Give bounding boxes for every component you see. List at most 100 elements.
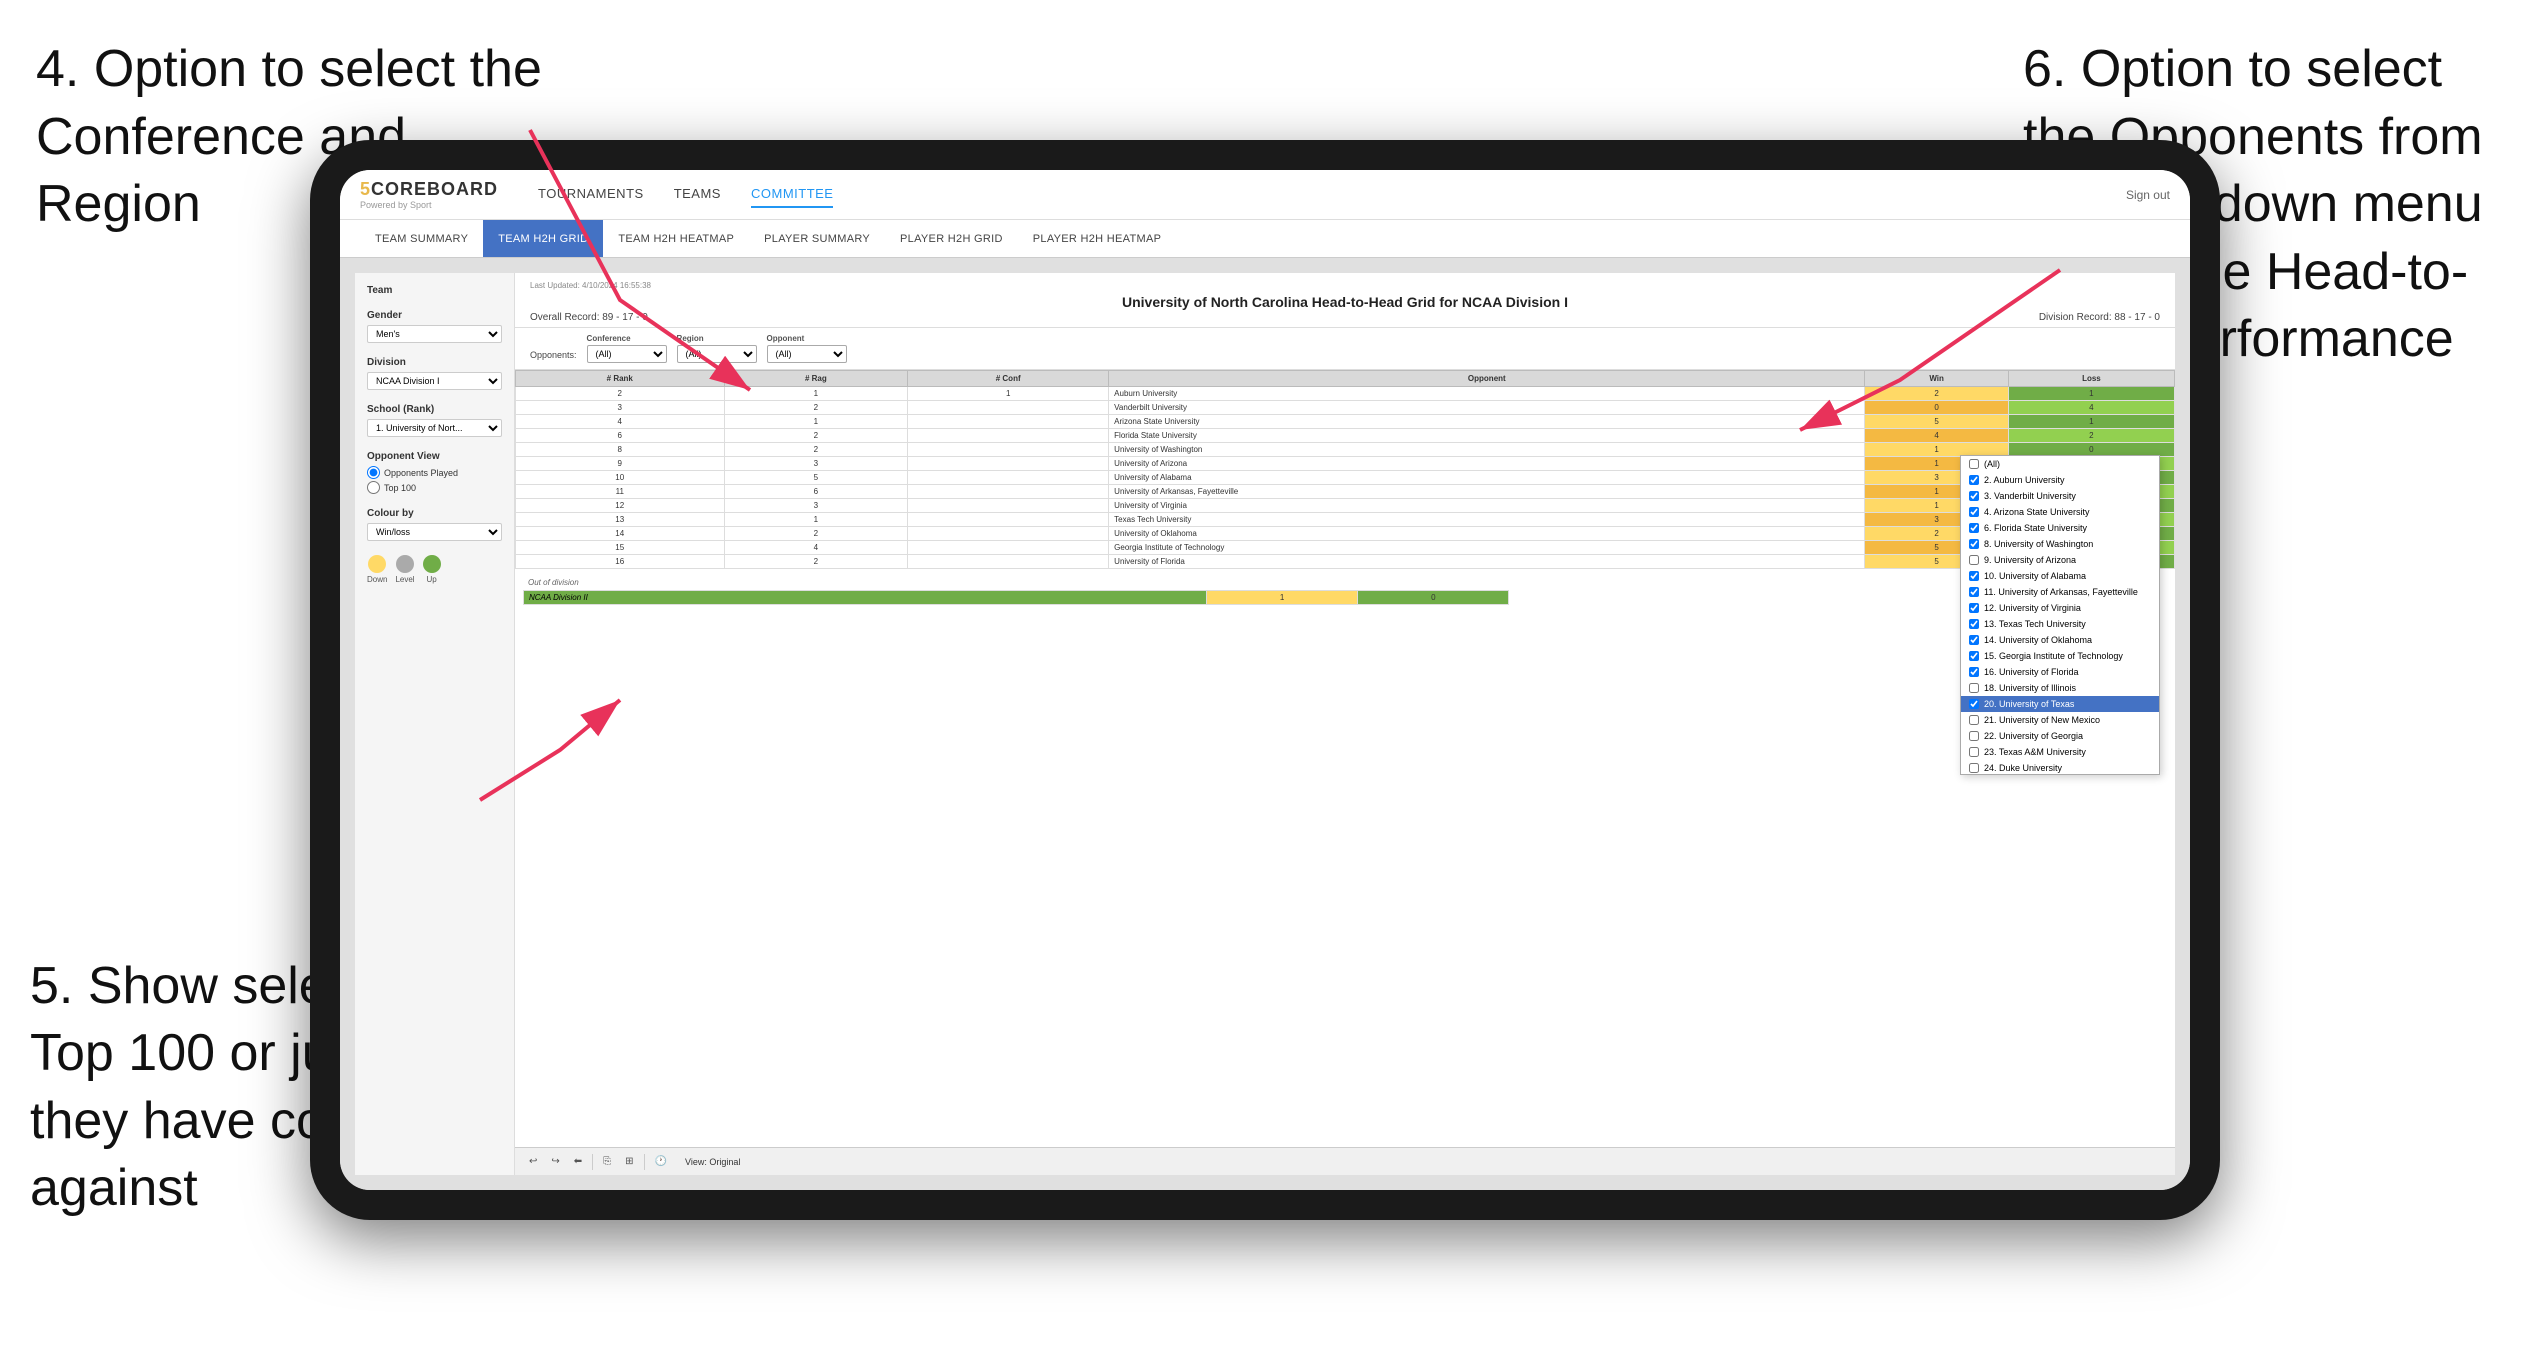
dropdown-item[interactable]: 10. University of Alabama (1961, 568, 2159, 584)
tab-player-h2h-grid[interactable]: PLAYER H2H GRID (885, 220, 1018, 257)
toolbar-paste[interactable]: ⊞ (621, 1154, 637, 1169)
dropdown-item[interactable]: 21. University of New Mexico (1961, 712, 2159, 728)
cell-team: University of Oklahoma (1109, 527, 1865, 541)
conference-filter-label: Conference (587, 334, 667, 343)
gender-label: Gender (367, 310, 502, 321)
nav-tournaments[interactable]: TOURNAMENTS (538, 181, 644, 208)
grid-header: Last Updated: 4/10/2024 16:55:38 Univers… (515, 273, 2175, 328)
cell-rank: 13 (516, 513, 725, 527)
cell-conf (908, 415, 1109, 429)
toolbar-undo[interactable]: ↩ (525, 1154, 541, 1169)
dropdown-item[interactable]: 2. Auburn University (1961, 472, 2159, 488)
cell-rag: 1 (724, 513, 908, 527)
main-content: Team Gender Men's Division NCAA Division… (340, 258, 2190, 1190)
toolbar-back[interactable]: ⬅ (570, 1154, 586, 1169)
cell-rag: 2 (724, 527, 908, 541)
dropdown-item[interactable]: 9. University of Arizona (1961, 552, 2159, 568)
cell-rank: 16 (516, 555, 725, 569)
colour-by-select[interactable]: Win/loss (367, 523, 502, 541)
dropdown-item[interactable]: 22. University of Georgia (1961, 728, 2159, 744)
cell-team: Texas Tech University (1109, 513, 1865, 527)
cell-rag: 5 (724, 471, 908, 485)
legend-down: Down (367, 555, 387, 584)
toolbar-copy[interactable]: ⎘ (599, 1154, 615, 1169)
tab-team-h2h-grid[interactable]: TEAM H2H GRID (483, 220, 603, 257)
cell-rag: 3 (724, 499, 908, 513)
dropdown-item[interactable]: 24. Duke University (1961, 760, 2159, 775)
tab-team-h2h-heatmap[interactable]: TEAM H2H HEATMAP (603, 220, 749, 257)
dropdown-item[interactable]: 18. University of Illinois (1961, 680, 2159, 696)
toolbar-sep-1 (592, 1154, 593, 1170)
dropdown-item[interactable]: 15. Georgia Institute of Technology (1961, 648, 2159, 664)
tab-team-summary[interactable]: TEAM SUMMARY (360, 220, 483, 257)
table-row: 4 1 Arizona State University 5 1 (516, 415, 2175, 429)
legend-level-color (396, 555, 414, 573)
team-label: Team (367, 285, 502, 296)
school-section: School (Rank) 1. University of Nort... (367, 404, 502, 437)
opponent-select[interactable]: (All) (767, 345, 847, 363)
logo: 5COREBOARD Powered by Sport (360, 179, 528, 210)
division-label: Division (367, 357, 502, 368)
dropdown-item[interactable]: 6. Florida State University (1961, 520, 2159, 536)
gender-select[interactable]: Men's (367, 325, 502, 343)
toolbar-redo[interactable]: ↪ (547, 1154, 563, 1169)
cell-team: University of Arizona (1109, 457, 1865, 471)
toolbar-clock[interactable]: 🕐 (651, 1154, 671, 1169)
cell-rank: 3 (516, 401, 725, 415)
cell-rank: 8 (516, 443, 725, 457)
dropdown-item[interactable]: 14. University of Oklahoma (1961, 632, 2159, 648)
division-select[interactable]: NCAA Division I (367, 372, 502, 390)
table-row: 12 3 University of Virginia 1 3 (516, 499, 2175, 513)
table-row: 15 4 Georgia Institute of Technology 5 0 (516, 541, 2175, 555)
nav-teams[interactable]: TEAMS (674, 181, 721, 208)
table-row: 2 1 1 Auburn University 2 1 (516, 387, 2175, 401)
school-label: School (Rank) (367, 404, 502, 415)
tab-player-h2h-heatmap[interactable]: PLAYER H2H HEATMAP (1018, 220, 1176, 257)
dropdown-item[interactable]: 4. Arizona State University (1961, 504, 2159, 520)
dropdown-item[interactable]: (All) (1961, 456, 2159, 472)
dropdown-item[interactable]: 11. University of Arkansas, Fayetteville (1961, 584, 2159, 600)
radio-opponents-played[interactable]: Opponents Played (367, 466, 502, 479)
table-row: 13 1 Texas Tech University 3 0 (516, 513, 2175, 527)
cell-conf (908, 457, 1109, 471)
school-select[interactable]: 1. University of Nort... (367, 419, 502, 437)
cell-loss: 1 (2008, 387, 2174, 401)
region-select[interactable]: (All) (677, 345, 757, 363)
dropdown-item[interactable]: 16. University of Florida (1961, 664, 2159, 680)
nav-committee[interactable]: COMMITTEE (751, 181, 834, 208)
dropdown-item[interactable]: 8. University of Washington (1961, 536, 2159, 552)
cell-rag: 2 (724, 401, 908, 415)
dropdown-item[interactable]: 20. University of Texas (1961, 696, 2159, 712)
sign-out-link[interactable]: Sign out (2126, 188, 2170, 202)
dropdown-item[interactable]: 23. Texas A&M University (1961, 744, 2159, 760)
cell-rank: 2 (516, 387, 725, 401)
cell-loss: 4 (2008, 401, 2174, 415)
cell-rag: 2 (724, 443, 908, 457)
cell-loss: 1 (2008, 415, 2174, 429)
colour-by-section: Colour by Win/loss (367, 508, 502, 541)
cell-team: Auburn University (1109, 387, 1865, 401)
cell-team: Arizona State University (1109, 415, 1865, 429)
dropdown-item[interactable]: 12. University of Virginia (1961, 600, 2159, 616)
table-row: 16 2 University of Florida 5 1 (516, 555, 2175, 569)
cell-win: 2 (1865, 387, 2008, 401)
conference-filter: Conference (All) (587, 334, 667, 363)
cell-conf (908, 429, 1109, 443)
division-section: Division NCAA Division I (367, 357, 502, 390)
out-div-loss: 0 (1358, 591, 1509, 605)
tablet-screen: 5COREBOARD Powered by Sport TOURNAMENTS … (340, 170, 2190, 1190)
tab-player-summary[interactable]: PLAYER SUMMARY (749, 220, 885, 257)
dropdown-item[interactable]: 13. Texas Tech University (1961, 616, 2159, 632)
data-table-container: # Rank # Rag # Conf Opponent Win Loss (515, 370, 2175, 1147)
conference-select[interactable]: (All) (587, 345, 667, 363)
radio-top-100[interactable]: Top 100 (367, 481, 502, 494)
cell-rank: 4 (516, 415, 725, 429)
cell-rank: 10 (516, 471, 725, 485)
cell-rag: 2 (724, 429, 908, 443)
tablet-device: 5COREBOARD Powered by Sport TOURNAMENTS … (310, 140, 2220, 1220)
legend-level-label: Level (395, 575, 414, 584)
legend-up-label: Up (426, 575, 436, 584)
dropdown-item[interactable]: 3. Vanderbilt University (1961, 488, 2159, 504)
cell-team: University of Florida (1109, 555, 1865, 569)
table-header-row: # Rank # Rag # Conf Opponent Win Loss (516, 371, 2175, 387)
